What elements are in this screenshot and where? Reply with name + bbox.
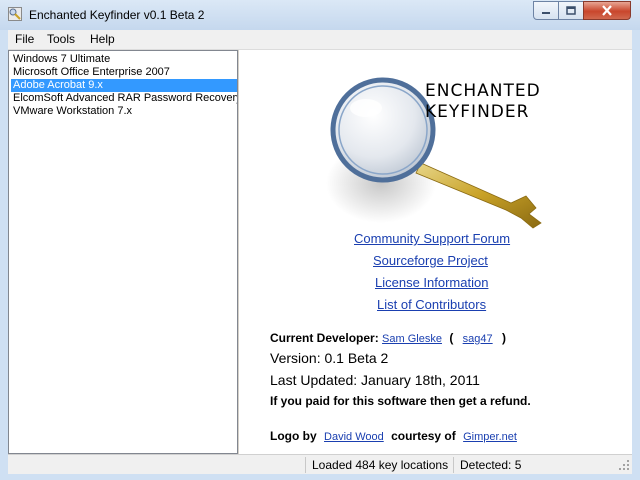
title-bar[interactable]: Enchanted Keyfinder v0.1 Beta 2 bbox=[0, 0, 640, 30]
courtesy-site-link[interactable]: Gimper.net bbox=[463, 431, 517, 443]
maximize-button[interactable] bbox=[558, 1, 584, 20]
window-title: Enchanted Keyfinder v0.1 Beta 2 bbox=[29, 8, 205, 22]
menu-help[interactable]: Help bbox=[90, 32, 115, 46]
resize-grip-icon[interactable] bbox=[619, 460, 630, 471]
menu-bar: File Tools Help bbox=[8, 30, 632, 50]
developer-paren-close: ) bbox=[501, 331, 506, 345]
developer-line: Current Developer: Sam Gleske ( sag47 ) bbox=[270, 331, 506, 345]
sourceforge-link[interactable]: Sourceforge Project bbox=[373, 253, 488, 268]
menu-file[interactable]: File bbox=[15, 32, 34, 46]
status-bar: Loaded 484 key locations Detected: 5 bbox=[8, 454, 632, 474]
developer-handle-link[interactable]: sag47 bbox=[463, 333, 493, 345]
version-text: Version: 0.1 Beta 2 bbox=[270, 350, 389, 366]
logo-text-line1: ENCHANTED bbox=[425, 81, 541, 101]
courtesy-label: courtesy of bbox=[391, 429, 456, 443]
product-list[interactable]: Windows 7 Ultimate Microsoft Office Ente… bbox=[8, 50, 238, 454]
status-loaded: Loaded 484 key locations bbox=[305, 457, 453, 473]
logo-author-link[interactable]: David Wood bbox=[324, 431, 384, 443]
maximize-icon bbox=[566, 5, 576, 15]
list-item[interactable]: VMware Workstation 7.x bbox=[11, 105, 237, 118]
developer-name-link[interactable]: Sam Gleske bbox=[382, 333, 442, 345]
license-link[interactable]: License Information bbox=[375, 275, 488, 290]
list-item[interactable]: Windows 7 Ultimate bbox=[11, 53, 237, 66]
app-window: Enchanted Keyfinder v0.1 Beta 2 File Too… bbox=[0, 0, 640, 480]
list-item[interactable]: ElcomSoft Advanced RAR Password Recovery bbox=[11, 92, 237, 105]
refund-text: If you paid for this software then get a… bbox=[270, 394, 531, 408]
client-area: Windows 7 Ultimate Microsoft Office Ente… bbox=[8, 50, 632, 454]
close-button[interactable] bbox=[583, 1, 631, 20]
contributors-link[interactable]: List of Contributors bbox=[377, 297, 486, 312]
list-item[interactable]: Microsoft Office Enterprise 2007 bbox=[11, 66, 237, 79]
minimize-icon bbox=[542, 11, 550, 14]
developer-label: Current Developer: bbox=[270, 331, 379, 345]
minimize-button[interactable] bbox=[533, 1, 559, 20]
developer-paren-open: ( bbox=[449, 331, 454, 345]
logo-text-line2: KEYFINDER bbox=[425, 102, 530, 122]
community-forum-link[interactable]: Community Support Forum bbox=[354, 231, 510, 246]
last-updated-text: Last Updated: January 18th, 2011 bbox=[270, 372, 480, 388]
status-detected: Detected: 5 bbox=[453, 457, 632, 473]
logo-by-label: Logo by bbox=[270, 429, 317, 443]
logo-credit-line: Logo by David Wood courtesy of Gimper.ne… bbox=[270, 429, 517, 443]
list-item-selected[interactable]: Adobe Acrobat 9.x bbox=[11, 79, 237, 92]
menu-tools[interactable]: Tools bbox=[47, 32, 75, 46]
about-panel: ENCHANTED KEYFINDER Community Support Fo… bbox=[239, 50, 632, 454]
app-key-icon bbox=[8, 7, 22, 21]
close-icon bbox=[602, 5, 612, 16]
